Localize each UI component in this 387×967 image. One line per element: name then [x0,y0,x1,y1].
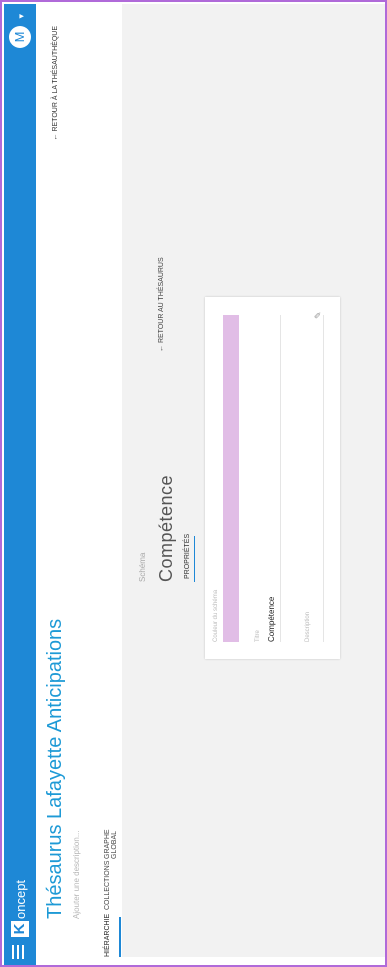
tab-proprietes[interactable]: PROPRIÉTÉS [184,534,191,579]
title-field-underline [280,315,281,642]
pencil-icon[interactable]: ✎ [313,311,324,319]
arrow-left-icon: ← [158,345,165,352]
color-swatch[interactable] [223,315,239,642]
menu-icon[interactable] [12,945,24,959]
back-to-thesautheque-label: RETOUR À LA THÉSAUTHÈQUE [52,26,59,132]
arrow-left-icon: ← [52,133,59,141]
color-field-label: Couleur du schéma [213,589,219,642]
app-bar: K oncept M ▾ [4,4,36,965]
title-field-label: Titre [255,630,261,642]
tab-collections[interactable]: COLLECTIONS [104,861,111,910]
thesaurus-title: Thésaurus Lafayette Anticipations [44,618,66,919]
logo[interactable]: K oncept [11,880,29,937]
tab-graphe-global[interactable]: GRAPHE GLOBAL [104,829,118,859]
properties-tab-indicator [194,536,195,582]
description-input[interactable]: Ajouter une description... [72,831,81,920]
rotated-page: K oncept M ▾ Thésaurus Lafayette Anticip… [4,4,385,965]
concept-title: Compétence [156,474,176,582]
back-to-thesaurus-label: RETOUR AU THÉSAURUS [158,257,165,344]
main-panel: Schéma Compétence PROPRIÉTÉS ← RETOUR AU… [122,4,385,965]
logo-mark: K [11,921,29,937]
back-to-thesautheque-link[interactable]: ← RETOUR À LA THÉSAUTHÈQUE [52,26,59,141]
tab-hierarchie[interactable]: HIÉRARCHIE [104,914,111,957]
avatar[interactable]: M [9,26,31,48]
active-tab-indicator [119,917,121,957]
chevron-down-icon[interactable]: ▾ [16,14,27,19]
properties-card: Couleur du schéma Titre Compétence Descr… [205,297,340,659]
description-field-label: Description [305,611,311,642]
window-frame: K oncept M ▾ Thésaurus Lafayette Anticip… [0,0,387,967]
sidebar-strip [122,957,385,965]
back-to-thesaurus-link[interactable]: ← RETOUR AU THÉSAURUS [158,257,165,352]
logo-text: oncept [12,879,28,919]
title-field[interactable]: Compétence [267,597,276,642]
schema-label: Schéma [138,552,147,582]
description-field-underline [323,315,324,642]
